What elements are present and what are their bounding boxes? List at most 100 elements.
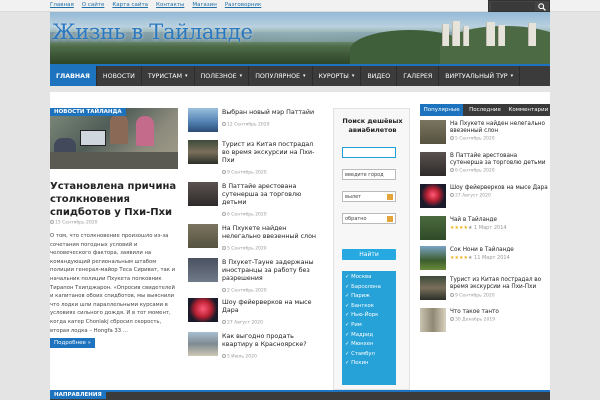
city-link[interactable]: ✓ Нью-Йорк [345,311,393,321]
list-item[interactable]: Чай в Тайланде ★★★★★ 1 Март 2014 [420,216,550,246]
tab-recent[interactable]: Последние [463,104,506,116]
search-input[interactable] [491,2,535,11]
top-link-sitemap[interactable]: Карта сайта [112,2,148,8]
header-building [442,24,449,46]
nav-item-gallery[interactable]: ГАЛЕРЕЯ [397,66,440,86]
list-item[interactable]: Турист из Китая пострадал во время экску… [420,276,550,306]
nav-item-tourists[interactable]: ТУРИСТАМ ▾ [142,66,195,86]
list-item[interactable]: В Пхукет-Тауне задержаны иностранцы за р… [188,258,318,294]
news-thumbnail[interactable] [188,332,218,356]
list-item[interactable]: Что такое танто 30 Декабрь 2019 [420,308,550,338]
news-thumbnail[interactable] [188,258,218,282]
list-item[interactable]: Шоу фейерверков на мысе Дара 27 Август 2… [420,184,550,214]
clock-icon [50,220,54,224]
nav-item-video[interactable]: ВИДЕО [361,66,398,86]
chevron-down-icon: ▾ [303,73,306,79]
find-button[interactable]: Найти [342,249,396,260]
news-thumbnail[interactable] [188,140,218,164]
from-field[interactable] [342,147,396,158]
top-link-shop[interactable]: Магазин [192,2,216,8]
news-title[interactable]: Шоу фейерверков на мысе Дара [222,299,318,315]
city-link[interactable]: ✓ Мюнхен [345,340,393,350]
nav-item-virtual-tour[interactable]: ВИРТУАЛЬНЫЙ ТУР ▾ [439,66,521,86]
popular-title[interactable]: В Паттайе арестована сутенерша за торгов… [450,153,550,168]
depart-date-field[interactable]: вылет [342,191,396,202]
nav-item-news[interactable]: НОВОСТИ [97,66,142,86]
popular-thumbnail[interactable] [420,246,446,270]
list-item[interactable]: На Пхукете найден нелегально ввезенный с… [188,224,318,256]
city-link[interactable]: ✓ Стамбул [345,350,393,360]
date-text: 6 Сентябрь 2020 [455,168,495,174]
list-item[interactable]: Турист из Китая пострадал во время экску… [188,140,318,176]
nav-item-popular[interactable]: ПОПУЛЯРНОЕ ▾ [249,66,313,86]
popular-date: 30 Декабрь 2019 [450,317,495,323]
popular-title[interactable]: На Пхукете найден нелегально ввезенный с… [450,121,550,136]
city-link[interactable]: ✓ Рим [345,321,393,331]
news-title[interactable]: Как выгодно продать квартиру в Красноярс… [222,333,318,349]
list-item[interactable]: В Паттайе арестована сутенерша за торгов… [188,182,318,218]
news-title[interactable]: На Пхукете найден нелегально ввезенный с… [222,225,318,241]
popular-thumbnail[interactable] [420,308,446,332]
news-title[interactable]: Турист из Китая пострадал во время экску… [222,141,318,165]
category-badge[interactable]: НОВОСТИ ТАЙЛАНДА [50,108,126,116]
city-link[interactable]: ✓ Бангкок [345,302,393,312]
tab-popular[interactable]: Популярные [420,104,464,116]
list-item[interactable]: Сок Нони в Тайланде ★★★★★ 11 Март 2014 [420,246,550,276]
section-tag[interactable]: НАПРАВЛЕНИЯ [50,391,106,399]
nav-label: ТУРИСТАМ [147,72,183,80]
list-item[interactable]: Шоу фейерверков на мысе Дара 27 Август 2… [188,298,318,330]
to-field[interactable]: введите город [342,169,396,180]
date-text: 9 Сентябрь 2020 [227,170,267,176]
tab-comments[interactable]: Комментарии [507,104,550,116]
top-link-contacts[interactable]: Контакты [156,2,184,8]
top-link-home[interactable]: Главная [50,2,74,8]
nav-item-home[interactable]: ГЛАВНАЯ [50,66,97,86]
popular-thumbnail[interactable] [420,216,446,240]
rating-stars: ★★★★★ 11 Март 2014 [450,255,510,261]
featured-title[interactable]: Установлена причина столкновения спидбот… [50,180,178,219]
popular-thumbnail[interactable] [420,184,446,208]
site-title[interactable]: Жизнь в Тайланде [52,20,253,44]
news-thumbnail[interactable] [188,224,218,248]
news-title[interactable]: Выбран новый мэр Паттайи [222,109,318,117]
calendar-icon[interactable] [387,194,393,200]
list-item[interactable]: На Пхукете найден нелегально ввезенный с… [420,120,550,150]
list-item[interactable]: В Паттайе арестована сутенерша за торгов… [420,152,550,182]
news-thumbnail[interactable] [188,182,218,206]
popular-title[interactable]: Шоу фейерверков на мысе Дара [450,185,550,192]
popular-title[interactable]: Сок Нони в Тайланде [450,247,550,254]
read-more-button[interactable]: Подробнее » [50,338,96,348]
city-link[interactable]: ✓ Барселона [345,283,393,293]
popular-thumbnail[interactable] [420,152,446,176]
city-link[interactable]: ✓ Мадрид [345,331,393,341]
popular-title[interactable]: Что такое танто [450,309,550,316]
nav-item-useful[interactable]: ПОЛЕЗНОЕ ▾ [195,66,250,86]
clock-icon [450,193,454,197]
clock-icon [450,136,454,140]
site-header: Жизнь в Тайланде [50,12,550,64]
popular-thumbnail[interactable] [420,120,446,144]
top-link-about[interactable]: О сайте [82,2,105,8]
news-title[interactable]: В Пхукет-Тауне задержаны иностранцы за р… [222,259,318,283]
city-link[interactable]: ✓ Пекин [345,359,393,369]
chevron-down-icon: ▾ [239,73,243,79]
top-link-phrasebook[interactable]: Разговорник [225,2,261,8]
list-item[interactable]: Выбран новый мэр Паттайи 12 Сентябрь 202… [188,108,318,140]
news-thumbnail[interactable] [188,298,218,322]
news-thumbnail[interactable] [188,108,218,132]
featured-image[interactable] [50,108,178,169]
popular-date: 9 Сентябрь 2020 [450,293,495,299]
search-icon[interactable] [538,3,546,11]
nav-item-resorts[interactable]: КУРОРТЫ ▾ [313,66,362,86]
popular-title[interactable]: Чай в Тайланде [450,217,550,224]
city-link[interactable]: ✓ Париж [345,292,393,302]
city-link[interactable]: ✓ Москва [345,273,393,283]
city-label: Бангкок [351,302,374,309]
calendar-icon[interactable] [387,216,393,222]
popular-cities: ✓ Москва ✓ Барселона ✓ Париж ✓ Бангкок ✓… [342,271,396,385]
popular-thumbnail[interactable] [420,276,446,300]
news-title[interactable]: В Паттайе арестована сутенерша за торгов… [222,183,318,207]
list-item[interactable]: Как выгодно продать квартиру в Красноярс… [188,332,318,364]
return-date-field[interactable]: обратно [342,213,396,224]
popular-title[interactable]: Турист из Китая пострадал во время экску… [450,277,550,292]
